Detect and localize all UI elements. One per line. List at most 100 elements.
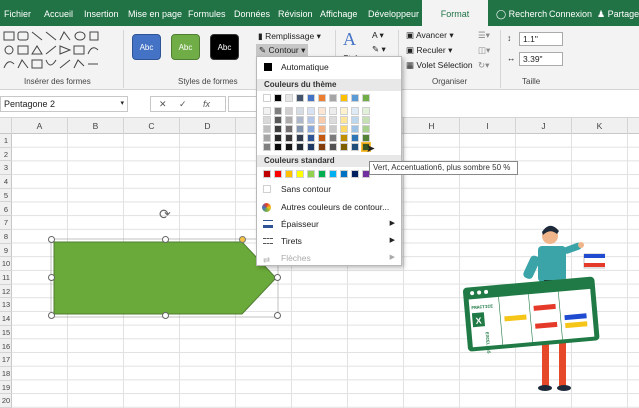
row-header[interactable]: 18 (0, 367, 12, 381)
rotate-icon[interactable]: ↻▾ (478, 60, 489, 71)
row-header[interactable]: 15 (0, 326, 12, 340)
theme-shade-swatch[interactable] (362, 125, 370, 133)
align-icon[interactable]: ☰▾ (478, 30, 490, 41)
tab-donnees[interactable]: Données (234, 0, 270, 26)
formula-input[interactable] (228, 96, 258, 112)
theme-color-swatch[interactable] (362, 94, 370, 102)
tab-accueil[interactable]: Accueil (44, 0, 73, 26)
resize-handle[interactable] (48, 312, 55, 319)
theme-shade-swatch[interactable] (329, 134, 337, 142)
standard-color-swatch[interactable] (307, 170, 315, 178)
row-header[interactable]: 14 (0, 312, 12, 326)
standard-color-swatch[interactable] (351, 170, 359, 178)
theme-shade-swatch[interactable] (362, 107, 370, 115)
theme-color-swatch[interactable] (285, 94, 293, 102)
theme-color-swatch[interactable] (296, 94, 304, 102)
column-header[interactable]: A (12, 118, 68, 134)
no-outline-item[interactable]: Sans contour (257, 181, 401, 197)
row-header[interactable]: 10 (0, 257, 12, 271)
standard-color-swatch[interactable] (340, 170, 348, 178)
tab-developpeur[interactable]: Développeur (368, 0, 419, 26)
standard-color-swatch[interactable] (296, 170, 304, 178)
resize-handle[interactable] (162, 312, 169, 319)
standard-color-swatch[interactable] (318, 170, 326, 178)
tab-insertion[interactable]: Insertion (84, 0, 119, 26)
enter-icon[interactable]: ✓ (179, 97, 187, 111)
fx-icon[interactable]: fx (203, 97, 210, 111)
theme-shade-swatch[interactable] (274, 125, 282, 133)
theme-shade-swatch[interactable] (318, 125, 326, 133)
row-header[interactable]: 20 (0, 394, 12, 408)
theme-shade-swatch[interactable] (340, 125, 348, 133)
row-header[interactable]: 12 (0, 285, 12, 299)
adjust-handle[interactable] (239, 236, 246, 243)
tab-revision[interactable]: Révision (278, 0, 313, 26)
theme-shade-swatch[interactable] (351, 134, 359, 142)
theme-shade-swatch[interactable] (274, 107, 282, 115)
theme-color-swatch[interactable] (263, 94, 271, 102)
theme-shade-swatch[interactable] (274, 134, 282, 142)
theme-shade-swatch[interactable] (263, 125, 271, 133)
shape-style-green[interactable]: Abc (171, 34, 200, 60)
standard-color-swatch[interactable] (285, 170, 293, 178)
theme-shade-swatch[interactable] (285, 143, 293, 151)
row-header[interactable]: 6 (0, 203, 12, 217)
theme-shade-swatch[interactable] (340, 107, 348, 115)
theme-shade-swatch[interactable] (329, 107, 337, 115)
pentagon-shape[interactable] (50, 238, 282, 320)
theme-shade-swatch[interactable] (263, 107, 271, 115)
theme-shade-swatch[interactable] (362, 116, 370, 124)
theme-color-swatch[interactable] (340, 94, 348, 102)
row-header[interactable]: 9 (0, 244, 12, 258)
theme-shade-swatch[interactable] (318, 134, 326, 142)
theme-shade-swatch[interactable] (340, 134, 348, 142)
tab-format[interactable]: Format (422, 0, 488, 26)
theme-shade-swatch[interactable] (318, 107, 326, 115)
theme-shade-swatch[interactable] (351, 107, 359, 115)
more-colors-item[interactable]: Autres couleurs de contour... (257, 199, 401, 215)
fill-button[interactable]: ▮ Remplissage ▾ (258, 31, 321, 42)
theme-shade-swatch[interactable] (351, 116, 359, 124)
theme-color-swatch[interactable] (351, 94, 359, 102)
theme-color-swatch[interactable] (329, 94, 337, 102)
theme-shade-swatch[interactable] (307, 116, 315, 124)
theme-shade-swatch[interactable] (263, 134, 271, 142)
theme-shade-swatch[interactable] (285, 116, 293, 124)
wordart-a-icon[interactable]: A (343, 29, 356, 50)
row-header[interactable]: 7 (0, 216, 12, 230)
row-header[interactable]: 19 (0, 381, 12, 395)
rotate-handle-icon[interactable]: ⟳ (159, 206, 171, 223)
shape-style-black[interactable]: Abc (210, 34, 239, 60)
row-header[interactable]: 2 (0, 148, 12, 162)
column-header[interactable]: I (460, 118, 516, 134)
theme-shade-swatch[interactable] (296, 143, 304, 151)
theme-shade-swatch[interactable] (318, 116, 326, 124)
theme-shade-swatch[interactable] (318, 143, 326, 151)
tab-fichier[interactable]: Fichier (4, 0, 31, 26)
theme-shade-swatch[interactable] (263, 143, 271, 151)
row-header[interactable]: 3 (0, 161, 12, 176)
tab-mise-en-page[interactable]: Mise en page (128, 0, 182, 26)
text-fill-icon[interactable]: A ▾ (372, 30, 384, 41)
theme-shade-swatch[interactable] (340, 143, 348, 151)
column-header[interactable]: J (516, 118, 572, 134)
share-button[interactable]: ♟ Partage (597, 0, 639, 26)
theme-shade-swatch[interactable] (329, 143, 337, 151)
standard-color-swatch[interactable] (263, 170, 271, 178)
column-header[interactable]: H (404, 118, 460, 134)
resize-handle[interactable] (274, 274, 281, 281)
theme-color-swatch[interactable] (274, 94, 282, 102)
name-box[interactable]: Pentagone 2 ▾ (0, 96, 128, 112)
height-input[interactable]: 1.1" (519, 32, 563, 46)
row-header[interactable]: 13 (0, 298, 12, 313)
dashes-item[interactable]: Tirets ▶ (257, 233, 401, 249)
theme-shade-swatch[interactable] (285, 107, 293, 115)
theme-shade-swatch[interactable] (329, 116, 337, 124)
theme-shade-swatch[interactable] (362, 134, 370, 142)
row-header[interactable]: 16 (0, 340, 12, 354)
theme-shade-swatch[interactable] (351, 125, 359, 133)
theme-shade-swatch[interactable] (263, 116, 271, 124)
theme-shade-swatch[interactable] (307, 125, 315, 133)
theme-shade-swatch[interactable] (307, 107, 315, 115)
column-header[interactable]: C (124, 118, 180, 134)
